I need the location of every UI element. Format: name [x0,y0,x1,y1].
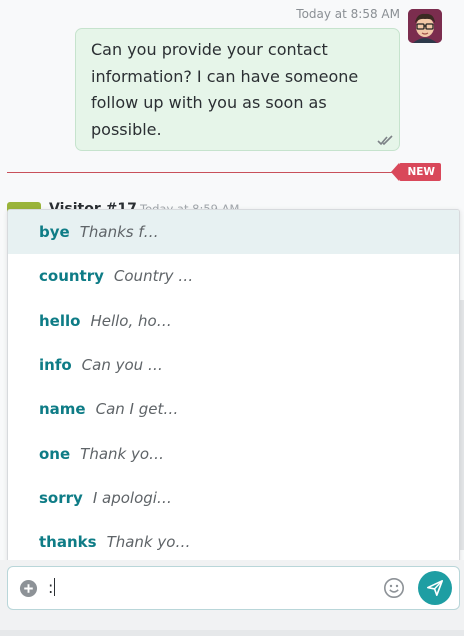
message-line: possible. [91,119,162,139]
suggestion-preview: Country … [113,267,194,286]
suggestion-item-thanks[interactable]: thanks Thank yo… [8,520,459,564]
thread-scrollbar[interactable] [460,300,464,550]
message-bubble: Can you provide your contact information… [75,28,400,151]
suggestion-item-bye[interactable]: bye Thanks f… [8,210,459,255]
double-check-icon [377,135,393,146]
visitor-name: Visitor #17 [49,201,137,209]
text-caret [54,578,56,596]
window-bottom-edge [0,630,464,636]
suggestion-key: info [39,356,72,375]
chat-window: Today at 8:58 AM Can you provide your co… [0,0,464,636]
suggestion-key: sorry [39,488,83,507]
suggestion-item-sorry[interactable]: sorry I apologi… [8,476,459,520]
new-messages-divider [7,172,398,173]
suggestion-item-country[interactable]: country Country … [8,254,459,298]
suggestion-preview: Can you … [81,356,163,375]
suggestion-item-name[interactable]: name Can I get… [8,387,459,431]
suggestion-key: name [39,400,86,419]
message-line: information? I can have someone [91,66,359,86]
suggestion-preview: Thanks f… [79,223,159,242]
suggestion-preview: Thank yo… [80,444,165,463]
suggestion-item-info[interactable]: info Can you … [8,343,459,387]
message-input[interactable]: : [48,576,368,600]
message-timestamp: Today at 8:58 AM [296,7,400,21]
new-messages-badge: NEW [391,163,441,181]
suggestion-preview: Can I get… [95,400,179,419]
suggestion-item-hello[interactable]: hello Hello, ho… [8,299,459,343]
suggestion-key: bye [39,223,70,242]
suggestion-preview: Hello, ho… [90,311,172,330]
suggestion-key: one [39,444,71,463]
suggestion-preview: I apologi… [92,488,172,507]
message-composer: : [7,566,460,610]
operator-avatar[interactable] [408,9,442,43]
suggestion-key: hello [39,311,81,330]
smiley-icon[interactable] [383,577,405,599]
paper-plane-icon [426,579,444,597]
suggestion-preview: Thank yo… [106,533,191,552]
message-line: follow up with you as soon as [91,93,327,112]
plus-circle-icon[interactable] [19,579,38,598]
visitor-timestamp: Today at 8:59 AM [140,202,240,209]
suggestion-key: thanks [39,533,97,552]
canned-response-suggestions: bye Thanks f… country Country … hello He… [7,209,460,566]
message-line: Can you provide your contact [91,40,328,59]
message-input-value: : [48,578,54,597]
send-button[interactable] [418,571,452,605]
suggestion-item-one[interactable]: one Thank yo… [8,431,459,475]
suggestion-key: country [39,267,104,286]
